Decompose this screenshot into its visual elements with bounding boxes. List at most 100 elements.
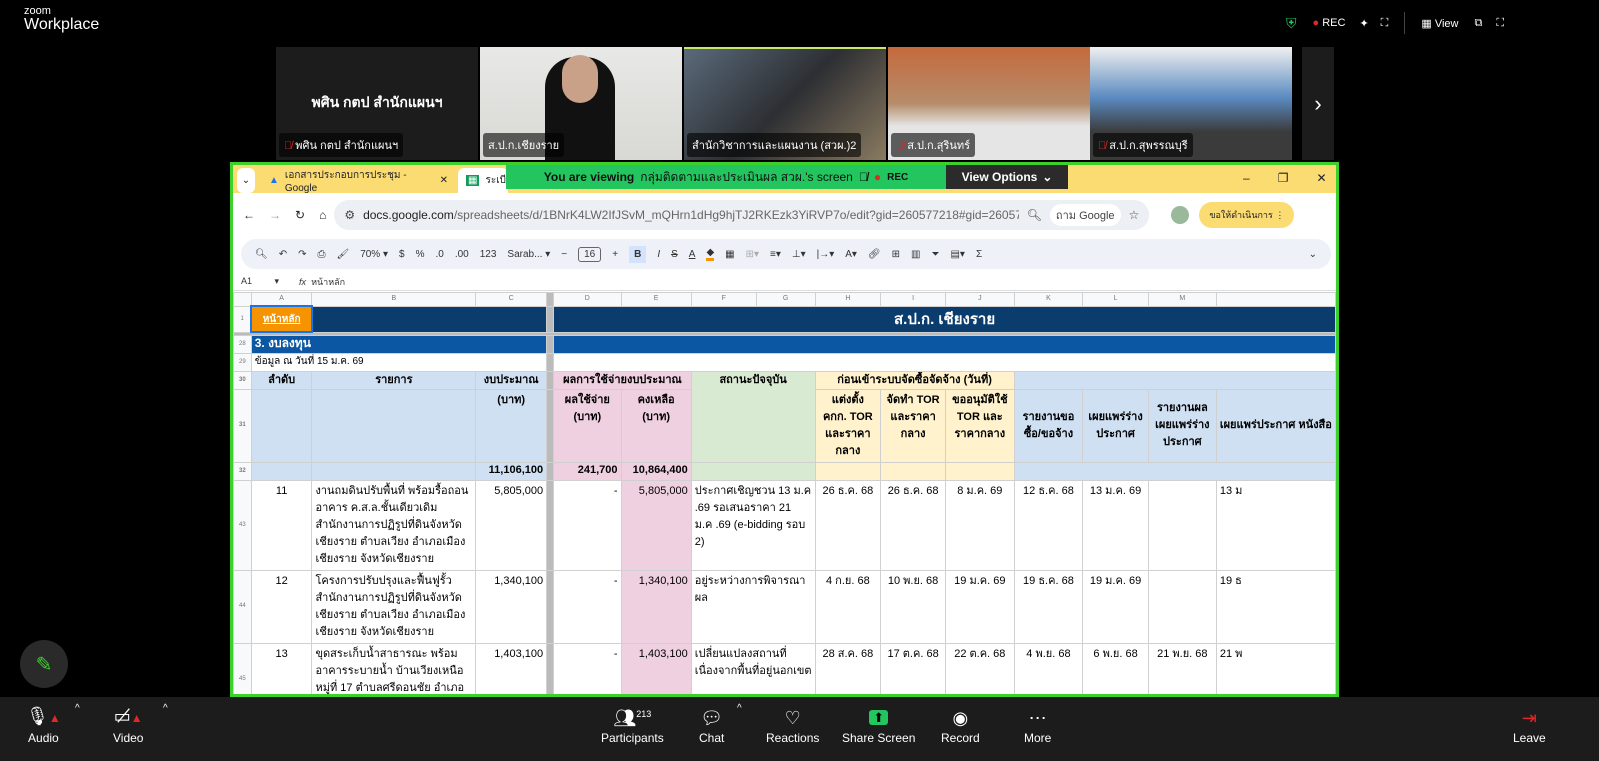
column-header[interactable] xyxy=(1215,292,1336,307)
font-select[interactable]: Sarab... ▾ xyxy=(507,249,550,260)
decrease-font-size-icon[interactable]: − xyxy=(561,249,567,260)
video-tile-1[interactable]: พศิน กตป สำนักแผนฯ 🎙̸ พศิน กตป สำนักแผนฯ xyxy=(276,47,478,160)
cell-l[interactable]: 19 ม.ค. 69 xyxy=(1082,569,1149,644)
empty-cell[interactable] xyxy=(250,388,313,463)
header-k[interactable]: รายงานขอซื้อ/ขอจ้าง xyxy=(1013,388,1084,463)
header-budget[interactable]: งบประมาณ xyxy=(475,370,548,390)
print-icon[interactable]: ⎙ xyxy=(317,249,325,260)
cell-item[interactable]: ขุดสระเก็บน้ำสาธารณะ พร้อมอาคารระบายน้ำ … xyxy=(311,642,477,694)
vertical-align-icon[interactable]: ⊥▾ xyxy=(792,249,806,260)
cell-n[interactable]: 13 ม xyxy=(1215,479,1336,571)
cell-i[interactable]: 26 ธ.ค. 68 xyxy=(880,479,946,571)
currency-button[interactable]: $ xyxy=(399,249,405,260)
view-button[interactable]: ▦ View xyxy=(1421,17,1458,30)
search-menus-icon[interactable]: 🔍︎ xyxy=(255,249,268,260)
home-link-cell[interactable]: หน้าหลัก xyxy=(250,305,313,333)
column-header[interactable]: L xyxy=(1082,292,1149,307)
insert-chart-icon[interactable]: ▥ xyxy=(911,249,920,260)
borders-icon[interactable]: ▦ xyxy=(725,249,734,260)
close-window-icon[interactable]: ✕ xyxy=(1316,171,1326,185)
header-status[interactable]: สถานะปัจจุบัน xyxy=(690,370,816,463)
cell-j[interactable]: 22 ต.ค. 68 xyxy=(945,642,1015,694)
row-number[interactable]: 43 xyxy=(233,479,252,571)
header-i[interactable]: จัดทำ TOR และราคากลาง xyxy=(880,388,946,463)
column-header[interactable]: J xyxy=(945,292,1015,307)
column-header[interactable]: C xyxy=(475,292,548,307)
pip-icon[interactable]: ⧉ xyxy=(1474,17,1482,30)
column-header[interactable]: D xyxy=(553,292,622,307)
row-number[interactable]: 31 xyxy=(233,388,252,463)
view-options-button[interactable]: View Options ⌄ xyxy=(946,165,1068,189)
strikethrough-icon[interactable]: S xyxy=(671,249,678,260)
apps-icon[interactable]: ⛶ xyxy=(1381,17,1389,30)
column-header[interactable]: E xyxy=(620,292,692,307)
header-blank[interactable] xyxy=(1013,370,1336,390)
video-tile-2[interactable]: ส.ป.ก.เชียงราย xyxy=(480,47,682,160)
total-spent[interactable]: 241,700 xyxy=(553,461,622,481)
name-box[interactable]: A1 ▾ xyxy=(241,276,279,287)
empty-cell[interactable] xyxy=(311,461,477,481)
cell-status[interactable]: ประกาศเชิญชวน 13 ม.ค .69 รอเสนอราคา 21 ม… xyxy=(690,479,816,571)
row-number[interactable]: 45 xyxy=(233,642,252,694)
bookmark-star-icon[interactable]: ☆ xyxy=(1129,208,1140,222)
cell-item[interactable]: งานถมดินปรับพื้นที่ พร้อมรื้อถอนอาคาร ค.… xyxy=(311,479,477,571)
cell-spent[interactable]: - xyxy=(553,642,622,694)
decrease-decimal-button[interactable]: .0 xyxy=(435,249,443,260)
site-settings-icon[interactable]: ⚙ xyxy=(344,208,355,222)
fill-color-icon[interactable]: ◆ xyxy=(706,247,715,261)
empty-cell[interactable] xyxy=(250,461,313,481)
insert-link-icon[interactable]: 🔗︎ xyxy=(868,249,881,260)
cell-j[interactable]: 19 ม.ค. 69 xyxy=(945,569,1015,644)
text-color-icon[interactable]: A xyxy=(689,249,696,260)
next-page-arrow-icon[interactable]: › xyxy=(1302,47,1334,160)
header-j[interactable]: ขออนุมัติใช้ TOR และราคากลาง xyxy=(945,388,1015,463)
tab-drive[interactable]: ▲ เอกสารประกอบการประชุม - Google ✕ xyxy=(261,168,456,194)
empty-cell[interactable] xyxy=(311,388,477,463)
chat-options-chevron-icon[interactable]: ^ xyxy=(737,703,742,714)
tab-sheets[interactable]: ▦ ระเบียบ xyxy=(458,168,518,193)
empty-cell[interactable] xyxy=(553,352,1336,372)
chat-button[interactable]: 💬︎ Chat xyxy=(699,697,724,747)
annotate-pencil-icon[interactable]: ✎ xyxy=(20,640,68,688)
cell-status[interactable]: เปลี่ยนแปลงสถานที่ เนื่องจากพื้นที่อยู่น… xyxy=(690,642,816,694)
back-icon[interactable]: ← xyxy=(243,208,255,222)
cell-k[interactable]: 12 ธ.ค. 68 xyxy=(1013,479,1084,571)
cell-remaining[interactable]: 1,340,100 xyxy=(620,569,692,644)
home-link[interactable]: หน้าหลัก xyxy=(263,314,301,325)
cell-k[interactable]: 19 ธ.ค. 68 xyxy=(1013,569,1084,644)
header-h[interactable]: แต่งตั้ง คกก. TOR และราคากลาง xyxy=(814,388,882,463)
total-remaining[interactable]: 10,864,400 xyxy=(620,461,692,481)
empty-cell[interactable] xyxy=(814,461,882,481)
row-number[interactable]: 28 xyxy=(233,334,252,354)
profile-avatar[interactable] xyxy=(1171,206,1190,224)
bold-icon[interactable]: B xyxy=(629,245,647,263)
select-all[interactable] xyxy=(233,292,252,307)
ask-google-button[interactable]: ถาม Google xyxy=(1049,204,1121,226)
tab-list-chevron-icon[interactable]: ⌄ xyxy=(237,168,255,193)
url-field[interactable]: ⚙ docs.google.com/spreadsheets/d/1BNrK4L… xyxy=(334,200,1150,230)
cell-status[interactable]: อยู่ระหว่างการพิจารณาผล xyxy=(690,569,816,644)
cell-no[interactable]: 13 xyxy=(250,642,313,694)
undo-icon[interactable]: ↶ xyxy=(279,249,287,260)
cell-h[interactable]: 26 ธ.ค. 68 xyxy=(814,479,882,571)
column-header[interactable]: I xyxy=(880,292,946,307)
freeze-divider[interactable] xyxy=(546,292,555,307)
functions-icon[interactable]: Σ xyxy=(976,249,982,260)
row-number[interactable]: 29 xyxy=(233,352,252,372)
audio-options-chevron-icon[interactable]: ^ xyxy=(75,703,80,714)
header-no[interactable]: ลำดับ xyxy=(250,370,313,390)
zoom-select[interactable]: 70% ▾ xyxy=(360,249,388,260)
cell-i[interactable]: 17 ต.ค. 68 xyxy=(880,642,946,694)
empty-cell[interactable] xyxy=(945,461,1015,481)
sparkle-icon[interactable]: ✦ xyxy=(1359,17,1368,30)
cell-budget[interactable]: 5,805,000 xyxy=(475,479,548,571)
header-item[interactable]: รายการ xyxy=(311,370,477,390)
percent-button[interactable]: % xyxy=(416,249,425,260)
rec-indicator[interactable]: ● REC xyxy=(1313,17,1346,29)
column-header[interactable]: K xyxy=(1013,292,1084,307)
text-wrap-icon[interactable]: |→▾ xyxy=(817,249,835,260)
zoom-lens-icon[interactable]: 🔍︎ xyxy=(1027,208,1042,222)
more-button[interactable]: ⋯ More xyxy=(1024,697,1051,747)
cell-m[interactable] xyxy=(1147,479,1217,571)
row-number[interactable]: 30 xyxy=(233,370,252,390)
